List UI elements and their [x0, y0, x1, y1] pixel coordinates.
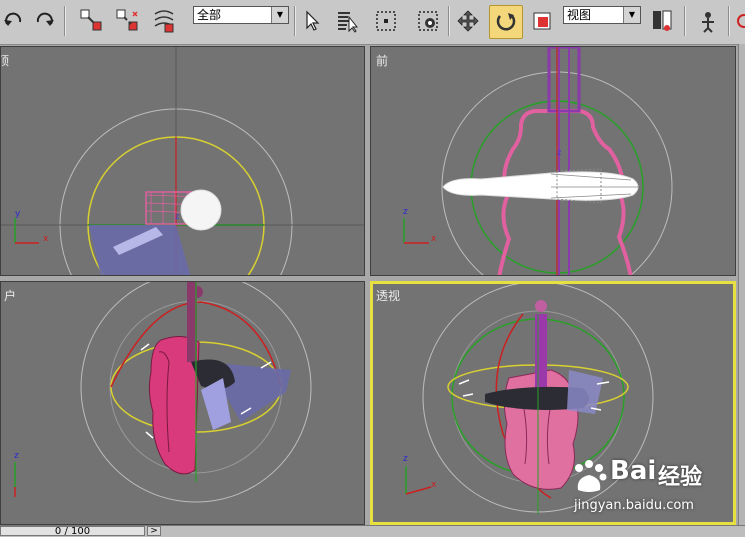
watermark-brand-cn: 经验 — [658, 465, 703, 490]
viewport-user-label: 户 — [4, 289, 17, 303]
time-slider-frame[interactable]: 0 / 100 — [0, 526, 145, 537]
reference-coord-value: 视图 — [567, 8, 592, 22]
svg-text:z: z — [175, 212, 179, 221]
axis-tripod — [14, 218, 39, 244]
undo-icon[interactable] — [2, 5, 26, 37]
pivot-icon[interactable] — [648, 5, 676, 37]
viewport-perspective-label: 透视 — [376, 289, 401, 303]
watermark-brand: Bai — [610, 456, 657, 486]
selection-filter-value: 全部 — [197, 8, 222, 22]
window-crossing-icon[interactable] — [414, 5, 442, 37]
axis-x-label: x — [43, 234, 49, 244]
axis-z-label: z — [403, 454, 408, 464]
axis-y-label: y — [15, 209, 21, 219]
axis-x-label: x — [431, 234, 437, 244]
rect-region-icon[interactable] — [372, 5, 400, 37]
svg-text:z: z — [557, 148, 561, 157]
more-icon[interactable] — [734, 5, 745, 37]
viewport-top-scene: z — [1, 47, 364, 275]
watermark-url: jingyan.baidu.com — [574, 498, 694, 513]
baidu-watermark: Bai 经验 jingyan.baidu.com — [570, 456, 740, 518]
chevron-down-icon: ▼ — [623, 7, 640, 23]
scale-icon[interactable] — [530, 5, 554, 37]
axis-z-label: z — [14, 451, 19, 461]
reference-coord-dropdown[interactable]: 视图 ▼ — [563, 6, 641, 24]
bind-spacewarp-icon[interactable] — [150, 5, 178, 37]
select-by-name-icon[interactable] — [334, 5, 360, 37]
viewport-top-label: 顶 — [1, 52, 9, 69]
viewport-front-scene: z — [403, 47, 673, 275]
redo-icon[interactable] — [32, 5, 56, 37]
chevron-down-icon: ▼ — [271, 7, 288, 23]
viewport-front-label: 前 — [376, 54, 389, 68]
next-frame-button[interactable]: > — [147, 526, 161, 536]
paw-logo-icon — [575, 460, 607, 492]
rotate-icon[interactable] — [489, 5, 523, 39]
viewport-front[interactable]: z 前 z x — [370, 46, 736, 276]
axis-x-label: x — [431, 480, 437, 490]
axis-z-label: z — [403, 207, 408, 217]
link-icon[interactable] — [78, 5, 106, 37]
unlink-icon[interactable] — [114, 5, 142, 37]
selection-filter-dropdown[interactable]: 全部 ▼ — [193, 6, 289, 24]
viewport-user[interactable]: 户 z — [0, 281, 365, 525]
select-icon[interactable] — [300, 5, 324, 37]
main-toolbar: 全部 ▼ 视图 ▼ — [0, 0, 745, 45]
viewport-top[interactable]: z 顶 y x — [0, 46, 365, 276]
move-icon[interactable] — [454, 5, 482, 37]
viewport-user-scene — [14, 282, 312, 503]
mirror-icon[interactable] — [694, 5, 722, 37]
